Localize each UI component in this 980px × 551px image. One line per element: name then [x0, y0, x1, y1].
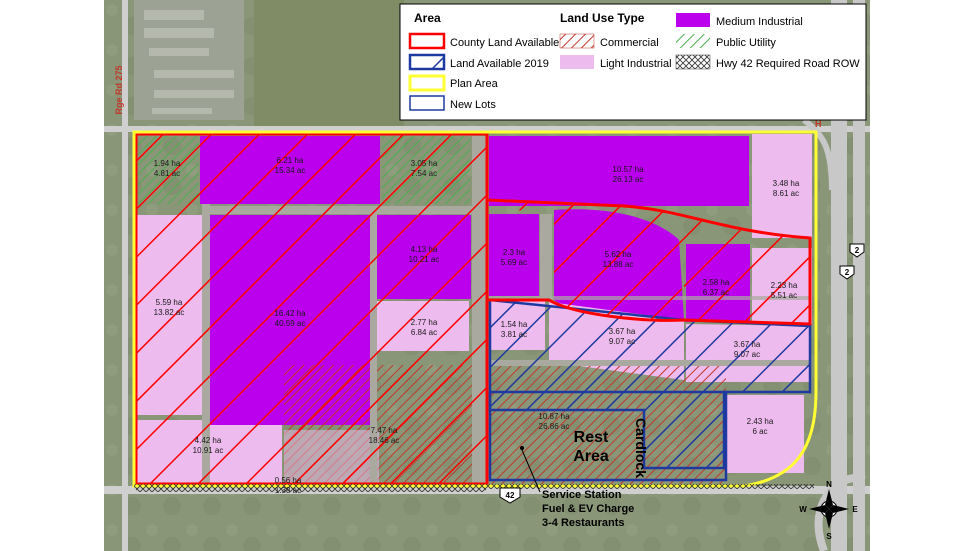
label-p15-ha: 3.67 ha [609, 327, 636, 336]
label-p7-ac: 40.59 ac [275, 319, 306, 328]
label-p12-ha: 2.23 ha [771, 281, 798, 290]
site-plan-map: 1.94 ha 4.81 ac 6.21 ha 15.34 ac 3.05 ha… [104, 0, 870, 551]
svg-text:2: 2 [855, 246, 860, 255]
service-label-3: 3-4 Restaurants [542, 517, 625, 529]
label-p2-ha: 6.21 ha [277, 156, 304, 165]
label-p19-ac: 26.86 ac [539, 422, 570, 431]
label-p14-ac: 3.81 ac [501, 330, 527, 339]
label-p1-ac: 4.81 ac [154, 169, 180, 178]
svg-text:42: 42 [506, 491, 515, 500]
rest-area-label-1: Rest [574, 429, 609, 446]
service-label-2: Fuel & EV Charge [542, 503, 634, 515]
label-p6-ac: 13.82 ac [154, 308, 185, 317]
label-p20-ha: 2.43 ha [747, 417, 774, 426]
label-p18-ac: 18.46 ac [369, 436, 400, 445]
legend-swatch-county [408, 32, 446, 50]
label-p17-ha: 4.42 ha [195, 436, 222, 445]
label-p5-ac: 8.61 ac [773, 189, 799, 198]
label-p2-ac: 15.34 ac [275, 166, 306, 175]
legend-swatch-newlots [409, 95, 445, 111]
legend-swatch-utility [676, 34, 710, 48]
label-p21-ac: 1.38 ac [275, 486, 301, 495]
label-p10-ac: 13.88 ac [603, 260, 634, 269]
legend-swatch-2019 [408, 53, 446, 71]
label-p16-ha: 3.67 ha [734, 340, 761, 349]
label-p12-ac: 5.51 ac [771, 291, 797, 300]
legend-swatch-plan [408, 74, 446, 92]
legend-light-label: Light Industrial [600, 58, 672, 70]
label-p8-ac: 10.21 ac [409, 255, 440, 264]
label-p1-ha: 1.94 ha [154, 159, 181, 168]
legend-swatch-medium [676, 13, 710, 27]
label-p16-ac: 9.07 ac [734, 350, 760, 359]
legend-2019-label: Land Available 2019 [450, 58, 549, 70]
compass-n: N [826, 480, 832, 489]
label-p7-ha: 16.42 ha [274, 309, 306, 318]
svg-text:2: 2 [845, 268, 850, 277]
legend-county-label: County Land Available [450, 37, 559, 49]
compass-e: E [852, 505, 858, 514]
label-p3-ac: 7.54 ac [411, 169, 437, 178]
legend-swatch-commercial [559, 33, 595, 49]
label-p21-ha: 0.56 ha [275, 476, 302, 485]
label-p6-ha: 5.59 ha [156, 298, 183, 307]
label-p13-ac: 6.84 ac [411, 328, 437, 337]
service-dot [520, 446, 524, 450]
label-p20-ac: 6 ac [752, 427, 767, 436]
legend-newlots-label: New Lots [450, 99, 496, 111]
legend-plan-label: Plan Area [450, 78, 499, 90]
legend-hwy-label: Hwy 42 Required Road ROW [716, 58, 860, 70]
label-p10-ha: 5.62 ha [605, 250, 632, 259]
label-p4-ac: 26.13 ac [613, 175, 644, 184]
label-p5-ha: 3.48 ha [773, 179, 800, 188]
legend-medium-label: Medium Industrial [716, 16, 803, 28]
compass-w: W [799, 505, 807, 514]
label-p19-ha: 10.87 ha [538, 412, 570, 421]
label-p14-ha: 1.54 ha [501, 320, 528, 329]
label-p4-ha: 10.57 ha [612, 165, 644, 174]
hwy-42-row [134, 484, 814, 489]
label-p11-ha: 2.58 ha [703, 278, 730, 287]
legend-swatch-light [560, 55, 594, 69]
label-p15-ac: 9.07 ac [609, 337, 635, 346]
north-field [254, 0, 404, 130]
compass-s: S [826, 532, 832, 541]
rge-rd-275-label: Rge Rd 275 [114, 65, 124, 114]
label-p17-ac: 10.91 ac [193, 446, 224, 455]
label-p8-ha: 4.13 ha [411, 245, 438, 254]
label-p3-ha: 3.05 ha [411, 159, 438, 168]
cardlock-label: Cardlock [633, 418, 649, 478]
label-p18-ha: 7.47 ha [371, 426, 398, 435]
legend-utility-label: Public Utility [716, 37, 776, 49]
legend-commercial-label: Commercial [600, 37, 659, 49]
legend-landuse-title: Land Use Type [560, 11, 645, 25]
label-p9-ha: 2.3 ha [503, 248, 526, 257]
legend: Area Land Use Type County Land Available… [399, 3, 867, 121]
legend-area-title: Area [414, 11, 441, 25]
label-p11-ac: 6.37 ac [703, 288, 729, 297]
label-p9-ac: 5.69 ac [501, 258, 527, 267]
legend-swatch-hwy [675, 54, 711, 70]
service-label-1: Service Station [542, 489, 622, 501]
label-p13-ha: 2.77 ha [411, 318, 438, 327]
rest-area-label-2: Area [573, 448, 609, 465]
